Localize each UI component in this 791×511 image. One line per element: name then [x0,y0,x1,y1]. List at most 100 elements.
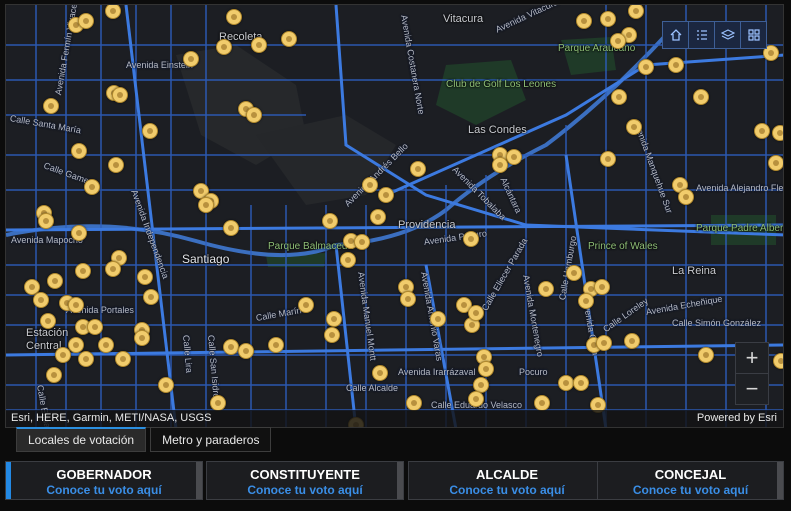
home-button[interactable] [663,22,689,48]
voting-location-marker[interactable] [216,39,232,55]
voting-location-marker[interactable] [112,87,128,103]
gobernador-link[interactable]: Conoce tu voto aquí [6,483,202,497]
voting-location-marker[interactable] [410,161,426,177]
voting-location-marker[interactable] [698,347,714,363]
alcalde-button[interactable]: ALCALDE Conoce tu voto aquí [408,461,606,500]
voting-location-marker[interactable] [71,225,87,241]
voting-location-marker[interactable] [223,220,239,236]
voting-location-marker[interactable] [354,234,370,250]
voting-location-marker[interactable] [768,155,783,171]
map-view[interactable]: Vitacura Recoleta Las Condes Providencia… [5,4,784,428]
voting-location-marker[interactable] [576,13,592,29]
voting-location-marker[interactable] [538,281,554,297]
voting-location-marker[interactable] [87,319,103,335]
voting-location-marker[interactable] [430,311,446,327]
voting-location-marker[interactable] [105,261,121,277]
voting-location-marker[interactable] [534,395,550,411]
concejal-button[interactable]: CONCEJAL Conoce tu voto aquí [597,461,784,500]
voting-location-marker[interactable] [40,313,56,329]
constituyente-link[interactable]: Conoce tu voto aquí [207,483,403,497]
voting-location-marker[interactable] [638,59,654,75]
voting-location-marker[interactable] [298,297,314,313]
voting-location-marker[interactable] [226,9,242,25]
voting-location-marker[interactable] [43,98,59,114]
basemap-gallery-button[interactable] [741,22,766,48]
voting-location-marker[interactable] [281,31,297,47]
voting-location-marker[interactable] [33,292,49,308]
voting-location-marker[interactable] [134,330,150,346]
voting-location-marker[interactable] [238,343,254,359]
voting-location-marker[interactable] [183,51,199,67]
voting-location-marker[interactable] [137,269,153,285]
voting-location-marker[interactable] [506,149,522,165]
voting-location-marker[interactable] [492,157,508,173]
voting-location-marker[interactable] [594,279,610,295]
voting-location-marker[interactable] [378,187,394,203]
voting-location-marker[interactable] [624,333,640,349]
voting-location-marker[interactable] [210,395,226,411]
voting-location-marker[interactable] [47,273,63,289]
voting-location-marker[interactable] [251,37,267,53]
voting-location-marker[interactable] [626,119,642,135]
voting-location-marker[interactable] [71,143,87,159]
voting-location-marker[interactable] [468,305,484,321]
voting-location-marker[interactable] [406,395,422,411]
voting-location-marker[interactable] [668,57,684,73]
voting-location-marker[interactable] [268,337,284,353]
constituyente-button[interactable]: CONSTITUYENTE Conoce tu voto aquí [206,461,404,500]
alcalde-link[interactable]: Conoce tu voto aquí [409,483,605,497]
voting-location-marker[interactable] [223,339,239,355]
voting-location-marker[interactable] [326,311,342,327]
powered-by-esri-link[interactable]: Powered by Esri [697,412,777,424]
voting-location-marker[interactable] [98,337,114,353]
voting-location-marker[interactable] [573,375,589,391]
voting-location-marker[interactable] [600,151,616,167]
voting-location-marker[interactable] [38,213,54,229]
voting-location-marker[interactable] [115,351,131,367]
zoom-in-button[interactable]: + [736,343,768,374]
voting-location-marker[interactable] [468,391,484,407]
voting-location-marker[interactable] [370,209,386,225]
voting-location-marker[interactable] [596,335,612,351]
gobernador-button[interactable]: GOBERNADOR Conoce tu voto aquí [5,461,203,500]
voting-location-marker[interactable] [463,231,479,247]
voting-location-marker[interactable] [610,33,626,49]
voting-location-marker[interactable] [108,157,124,173]
tab-metro-paraderos[interactable]: Metro y paraderos [150,427,272,452]
voting-location-marker[interactable] [78,13,94,29]
voting-location-marker[interactable] [558,375,574,391]
voting-location-marker[interactable] [324,327,340,343]
voting-location-marker[interactable] [566,265,582,281]
voting-location-marker[interactable] [75,263,91,279]
voting-location-marker[interactable] [340,252,356,268]
voting-location-marker[interactable] [693,89,709,105]
voting-location-marker[interactable] [400,291,416,307]
voting-location-marker[interactable] [678,189,694,205]
voting-location-marker[interactable] [754,123,770,139]
concejal-link[interactable]: Conoce tu voto aquí [598,483,783,497]
voting-location-marker[interactable] [478,361,494,377]
voting-location-marker[interactable] [611,89,627,105]
voting-location-marker[interactable] [372,365,388,381]
voting-location-marker[interactable] [143,289,159,305]
voting-location-marker[interactable] [772,125,783,141]
voting-location-marker[interactable] [78,351,94,367]
voting-location-marker[interactable] [600,11,616,27]
voting-location-marker[interactable] [322,213,338,229]
voting-location-marker[interactable] [84,179,100,195]
voting-location-marker[interactable] [142,123,158,139]
voting-location-marker[interactable] [246,107,262,123]
voting-location-marker[interactable] [158,377,174,393]
voting-location-marker[interactable] [46,367,62,383]
tab-locales-votacion[interactable]: Locales de votación [16,427,147,452]
layers-button[interactable] [715,22,741,48]
legend-button[interactable] [689,22,715,48]
voting-location-marker[interactable] [773,353,783,369]
voting-location-marker[interactable] [578,293,594,309]
voting-location-marker[interactable] [362,177,378,193]
voting-location-marker[interactable] [68,337,84,353]
voting-location-marker[interactable] [68,297,84,313]
zoom-out-button[interactable]: − [736,374,768,404]
voting-location-marker[interactable] [55,347,71,363]
voting-location-marker[interactable] [198,197,214,213]
